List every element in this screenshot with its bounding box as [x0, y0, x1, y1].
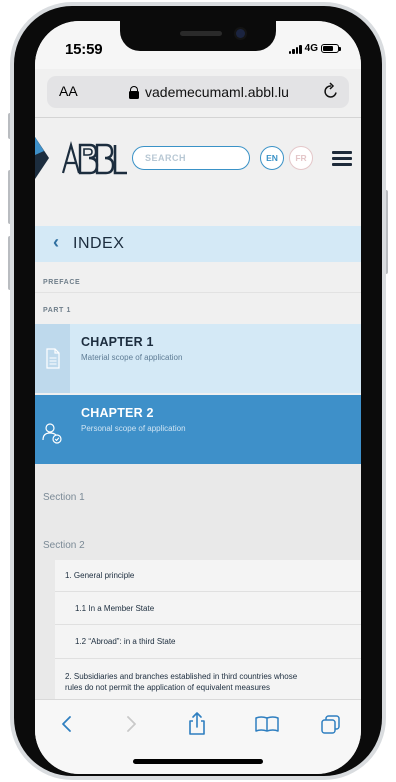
chapter-2-icon-column	[35, 395, 70, 464]
lang-en-button[interactable]: EN	[260, 146, 284, 170]
reload-icon[interactable]	[323, 82, 339, 105]
network-type: 4G	[304, 43, 318, 54]
sections-list: Section 1 Section 2 1. General principle…	[35, 464, 361, 699]
sub-item-subsidiaries[interactable]: 2. Subsidiaries and branches established…	[55, 659, 361, 699]
sub-item-label: 2. Subsidiaries and branches established…	[65, 672, 298, 681]
tabs-icon[interactable]	[317, 710, 345, 738]
notch	[120, 21, 276, 51]
abbl-logo[interactable]	[35, 133, 135, 183]
phone-screen: 15:59 4G AA vademecumaml.abbl.lu SEARCH …	[35, 21, 361, 774]
status-bar: 15:59 4G	[35, 21, 361, 69]
lang-fr-button[interactable]: FR	[289, 146, 313, 170]
chapter-2-subtitle: Personal scope of application	[81, 424, 186, 433]
document-icon	[46, 348, 60, 369]
signal-icon	[288, 44, 302, 54]
address-bar[interactable]: AA vademecumaml.abbl.lu	[47, 76, 349, 108]
sub-item-general-principle[interactable]: 1. General principle	[55, 560, 361, 592]
part-label[interactable]: PART 1	[43, 307, 71, 314]
chapter-1-subtitle: Material scope of application	[81, 353, 183, 362]
lock-icon	[129, 85, 139, 99]
url-text: vademecumaml.abbl.lu	[145, 84, 289, 100]
speaker-grille	[180, 31, 222, 36]
chapter-2-item[interactable]: CHAPTER 2 Personal scope of application	[35, 395, 361, 464]
sub-item-label-continued: rules do not permit the application of e…	[65, 683, 271, 692]
section-2-link[interactable]: Section 2	[43, 540, 85, 551]
browser-toolbar	[35, 699, 361, 774]
back-icon[interactable]	[53, 710, 81, 738]
chevron-left-icon: ‹	[53, 232, 59, 252]
section-1-link[interactable]: Section 1	[43, 492, 85, 503]
camera-icon	[236, 29, 245, 38]
forward-icon[interactable]	[117, 710, 145, 738]
status-indicators: 4G	[288, 43, 341, 54]
battery-icon	[321, 44, 341, 53]
url-display[interactable]: vademecumaml.abbl.lu	[129, 84, 289, 100]
chapter-1-title: CHAPTER 1	[81, 335, 154, 349]
search-input[interactable]: SEARCH	[132, 146, 250, 170]
text-size-label: AA	[59, 83, 78, 99]
sub-item-label: 1.2 “Abroad”: in a third State	[75, 637, 176, 646]
chapter-1-icon-column	[35, 324, 70, 393]
share-icon[interactable]	[183, 710, 211, 738]
chapter-2-title: CHAPTER 2	[81, 406, 154, 420]
site-header: SEARCH EN FR	[35, 118, 361, 218]
preface-link[interactable]: PREFACE	[43, 279, 80, 286]
sub-item-label: 1. General principle	[65, 571, 135, 580]
sub-item-abroad[interactable]: 1.2 “Abroad”: in a third State	[55, 625, 361, 659]
sub-item-member-state[interactable]: 1.1 In a Member State	[55, 592, 361, 625]
bookmarks-icon[interactable]	[253, 710, 281, 738]
user-check-icon	[42, 423, 62, 444]
divider	[35, 292, 361, 293]
index-back-bar[interactable]: ‹ INDEX	[35, 226, 361, 262]
sub-item-label: 1.1 In a Member State	[75, 604, 155, 613]
hamburger-menu-icon[interactable]	[332, 151, 352, 166]
text-size-button[interactable]: AA	[59, 83, 78, 99]
status-time: 15:59	[65, 41, 103, 58]
chapter-1-item[interactable]: CHAPTER 1 Material scope of application	[35, 324, 361, 393]
index-label: INDEX	[73, 235, 125, 252]
home-indicator[interactable]	[133, 759, 263, 764]
